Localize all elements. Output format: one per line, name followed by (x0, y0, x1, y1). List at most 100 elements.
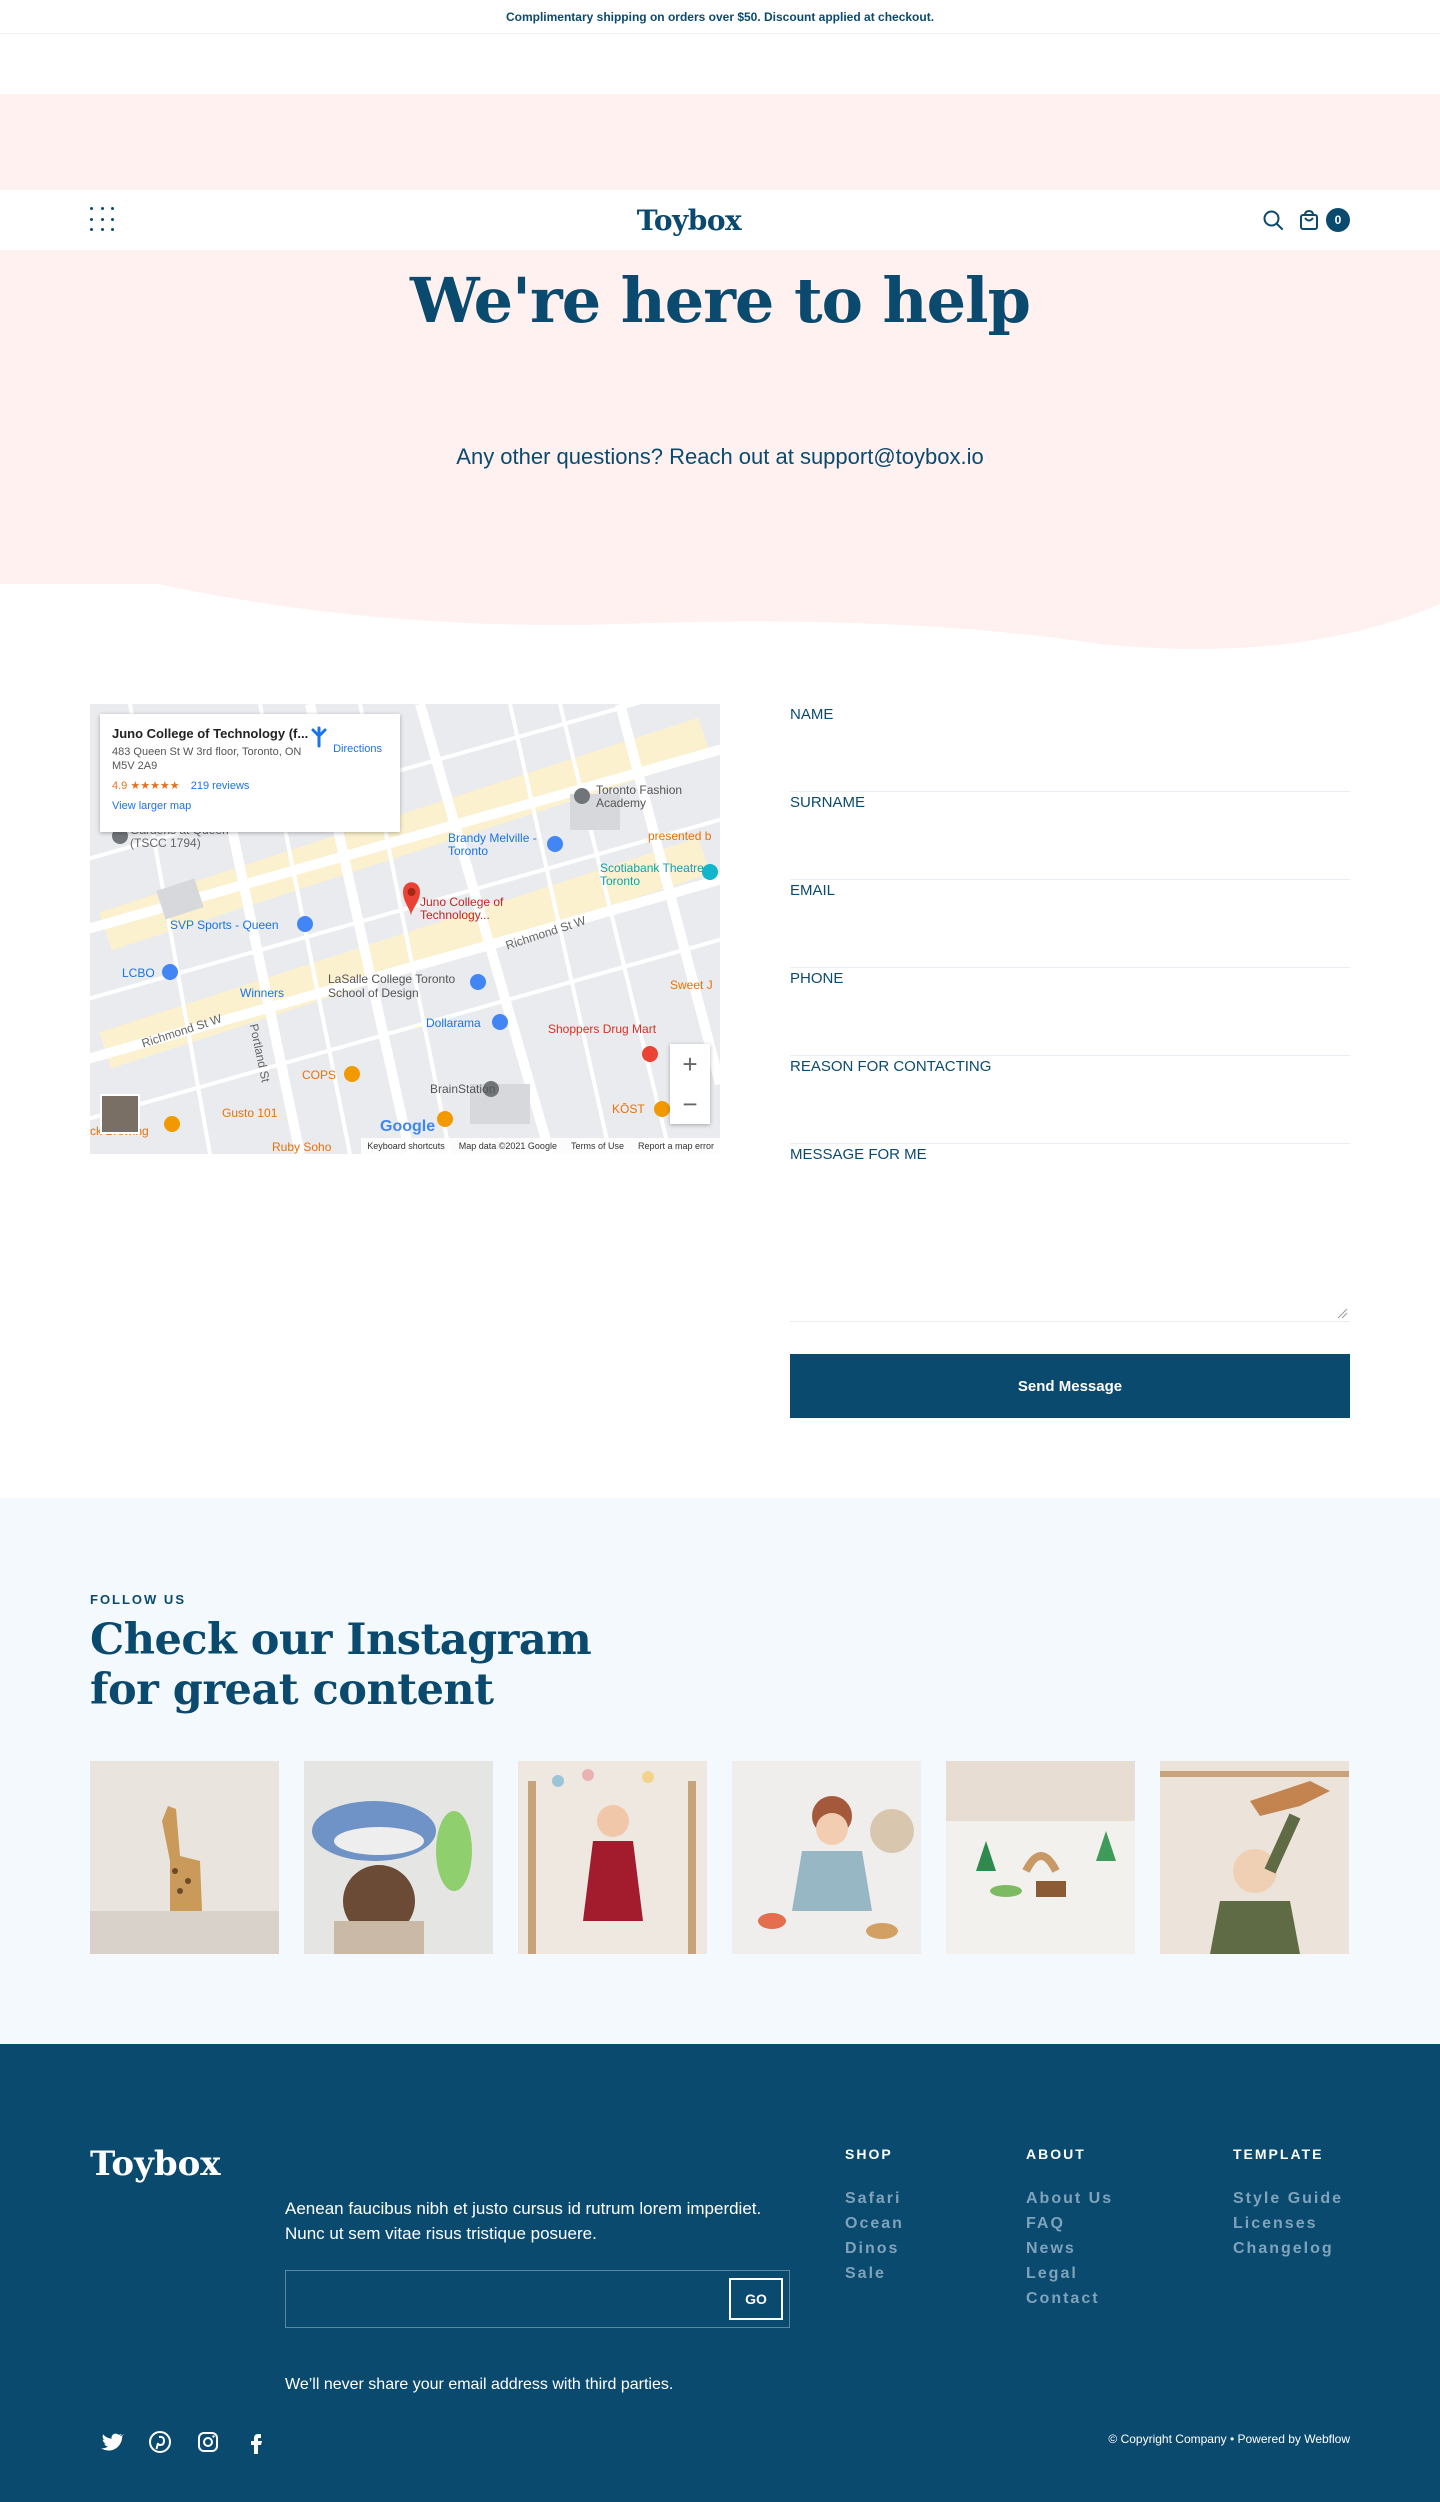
reason-input[interactable] (790, 1075, 1350, 1115)
map-place-address: 483 Queen St W 3rd floor, Toronto, ON M5… (112, 746, 302, 772)
instagram-image-wooden-animals[interactable] (946, 1761, 1135, 1954)
email-input[interactable] (790, 899, 1350, 939)
instagram-image-girl-dress[interactable] (518, 1761, 707, 1954)
logo[interactable]: Toybox (637, 204, 742, 237)
top-spacer (0, 34, 1440, 94)
message-field-group: MESSAGE FOR ME (790, 1144, 1350, 1322)
map-satellite-toggle[interactable] (100, 1094, 140, 1134)
map-label-fashion: Toronto Fashion Academy (596, 783, 683, 810)
name-input[interactable] (790, 723, 1350, 763)
send-message-button[interactable]: Send Message (790, 1354, 1350, 1418)
map-label-scotiabank: Scotiabank Theatre Toronto (600, 861, 704, 888)
footer-link-dinos[interactable]: Dinos (845, 2236, 904, 2261)
surname-label: SURNAME (790, 794, 866, 811)
footer-link-about-us[interactable]: About Us (1026, 2186, 1113, 2211)
cart-count-badge: 0 (1325, 208, 1350, 232)
surname-field-group: SURNAME (790, 792, 1350, 880)
email-label: EMAIL (790, 882, 836, 899)
zoom-in-button[interactable]: + (670, 1044, 710, 1084)
navbar: Toybox 0 (0, 190, 1440, 250)
message-textarea[interactable] (790, 1163, 1350, 1293)
footer-link-news[interactable]: News (1026, 2236, 1113, 2261)
map-label-presented: presented b (648, 829, 712, 843)
footer-col-about: ABOUT About Us FAQ News Legal Contact (1026, 2146, 1113, 2311)
nav-actions: 0 (1262, 208, 1350, 232)
footer-col-template: TEMPLATE Style Guide Licenses Changelog (1233, 2146, 1343, 2261)
map-label-gusto: Gusto 101 (222, 1106, 278, 1120)
reason-label: REASON FOR CONTACTING (790, 1058, 992, 1075)
hero-wave-divider (0, 534, 1440, 649)
instagram-grid (90, 1761, 1350, 1954)
template-heading: TEMPLATE (1233, 2146, 1324, 2162)
map-place-rating: 4.9 ★★★★★ 219 reviews (112, 779, 388, 792)
newsletter-email-input[interactable] (286, 2271, 729, 2327)
newsletter-go-button[interactable]: GO (729, 2278, 783, 2320)
directions-button[interactable]: Directions (308, 726, 382, 755)
footer-link-sale[interactable]: Sale (845, 2261, 904, 2286)
footer-link-safari[interactable]: Safari (845, 2186, 904, 2211)
instagram-image-giraffe[interactable] (90, 1761, 279, 1954)
google-logo: Google (380, 1118, 436, 1135)
instagram-image-dinosaur[interactable] (1160, 1761, 1349, 1954)
footer-link-licenses[interactable]: Licenses (1233, 2211, 1343, 2236)
directions-icon (311, 726, 327, 748)
google-map[interactable]: Gardens at Queen (TSCC 1794) Brandy Melv… (90, 704, 720, 1154)
report-error-link[interactable]: Report a map error (638, 1141, 714, 1151)
instagram-image-whale[interactable] (304, 1761, 493, 1954)
footer-link-legal[interactable]: Legal (1026, 2261, 1113, 2286)
view-larger-map-link[interactable]: View larger map (112, 800, 388, 812)
map-label-lcbo: LCBO (122, 966, 155, 980)
keyboard-shortcuts-link[interactable]: Keyboard shortcuts (367, 1141, 445, 1151)
footer-link-contact[interactable]: Contact (1026, 2286, 1113, 2311)
instagram-image-child-floor[interactable] (732, 1761, 921, 1954)
instagram-eyebrow: FOLLOW US (90, 1592, 186, 1607)
resize-grip-icon[interactable] (1336, 1307, 1348, 1319)
hero-section: Toybox 0 We're here to help Any other qu… (0, 94, 1440, 649)
map-data-text: Map data ©2021 Google (458, 1141, 557, 1151)
map-label-lasalle: LaSalle College Toronto School of Design (328, 972, 456, 1000)
phone-label: PHONE (790, 970, 844, 987)
shop-heading: SHOP (845, 2146, 893, 2162)
footer-link-faq[interactable]: FAQ (1026, 2211, 1113, 2236)
search-icon[interactable] (1262, 209, 1284, 231)
footer-link-ocean[interactable]: Ocean (845, 2211, 904, 2236)
footer-col-shop: SHOP Safari Ocean Dinos Sale (845, 2146, 904, 2286)
menu-icon[interactable] (90, 207, 116, 233)
zoom-out-button[interactable]: − (670, 1084, 710, 1124)
directions-label: Directions (333, 743, 382, 755)
map-label-brainstation: BrainStation (430, 1082, 496, 1096)
map-label-sweet: Sweet J (670, 978, 713, 992)
surname-input[interactable] (790, 811, 1350, 851)
page-subtitle: Any other questions? Reach out at suppor… (456, 444, 984, 469)
newsletter-form: GO (285, 2270, 790, 2328)
rating-stars: 4.9 ★★★★★ (112, 780, 180, 792)
page-title: We're here to help (410, 264, 1031, 337)
announcement-text: Complimentary shipping on orders over $5… (505, 9, 935, 24)
instagram-section: FOLLOW US Check our Instagram for great … (0, 1498, 1440, 2044)
map-footer: Keyboard shortcuts Map data ©2021 Google… (361, 1138, 720, 1154)
contact-form: NAME SURNAME EMAIL PHONE REASON FOR CONT… (790, 704, 1350, 1418)
phone-input[interactable] (790, 987, 1350, 1027)
name-label: NAME (790, 706, 834, 723)
cart-button[interactable]: 0 (1298, 208, 1350, 232)
footer-link-style-guide[interactable]: Style Guide (1233, 2186, 1343, 2211)
email-field-group: EMAIL (790, 880, 1350, 968)
cart-icon (1299, 209, 1318, 230)
phone-field-group: PHONE (790, 968, 1350, 1056)
footer-link-changelog[interactable]: Changelog (1233, 2236, 1343, 2261)
name-field-group: NAME (790, 704, 1350, 792)
reason-field-group: REASON FOR CONTACTING (790, 1056, 1350, 1144)
map-label-dollarama: Dollarama (426, 1016, 481, 1030)
footer-logo[interactable]: Toybox (90, 2144, 221, 2184)
map-label-juno: Juno College of Technology... (420, 895, 504, 922)
map-label-shoppers: Shoppers Drug Mart (548, 1022, 657, 1036)
footer-description: Aenean faucibus nibh et justo cursus id … (285, 2199, 762, 2243)
map-label-svp: SVP Sports - Queen (170, 918, 279, 932)
reviews-link[interactable]: 219 reviews (191, 780, 250, 792)
map-label-brandy: Brandy Melville - Toronto (448, 831, 537, 858)
map-label-cops: COPS (302, 1068, 337, 1082)
map-label-kost: KŌST (612, 1102, 645, 1116)
map-label-ruby: Ruby Soho (272, 1140, 332, 1154)
terms-link[interactable]: Terms of Use (571, 1141, 624, 1151)
privacy-note: We’ll never share your email address wit… (285, 2376, 674, 2393)
